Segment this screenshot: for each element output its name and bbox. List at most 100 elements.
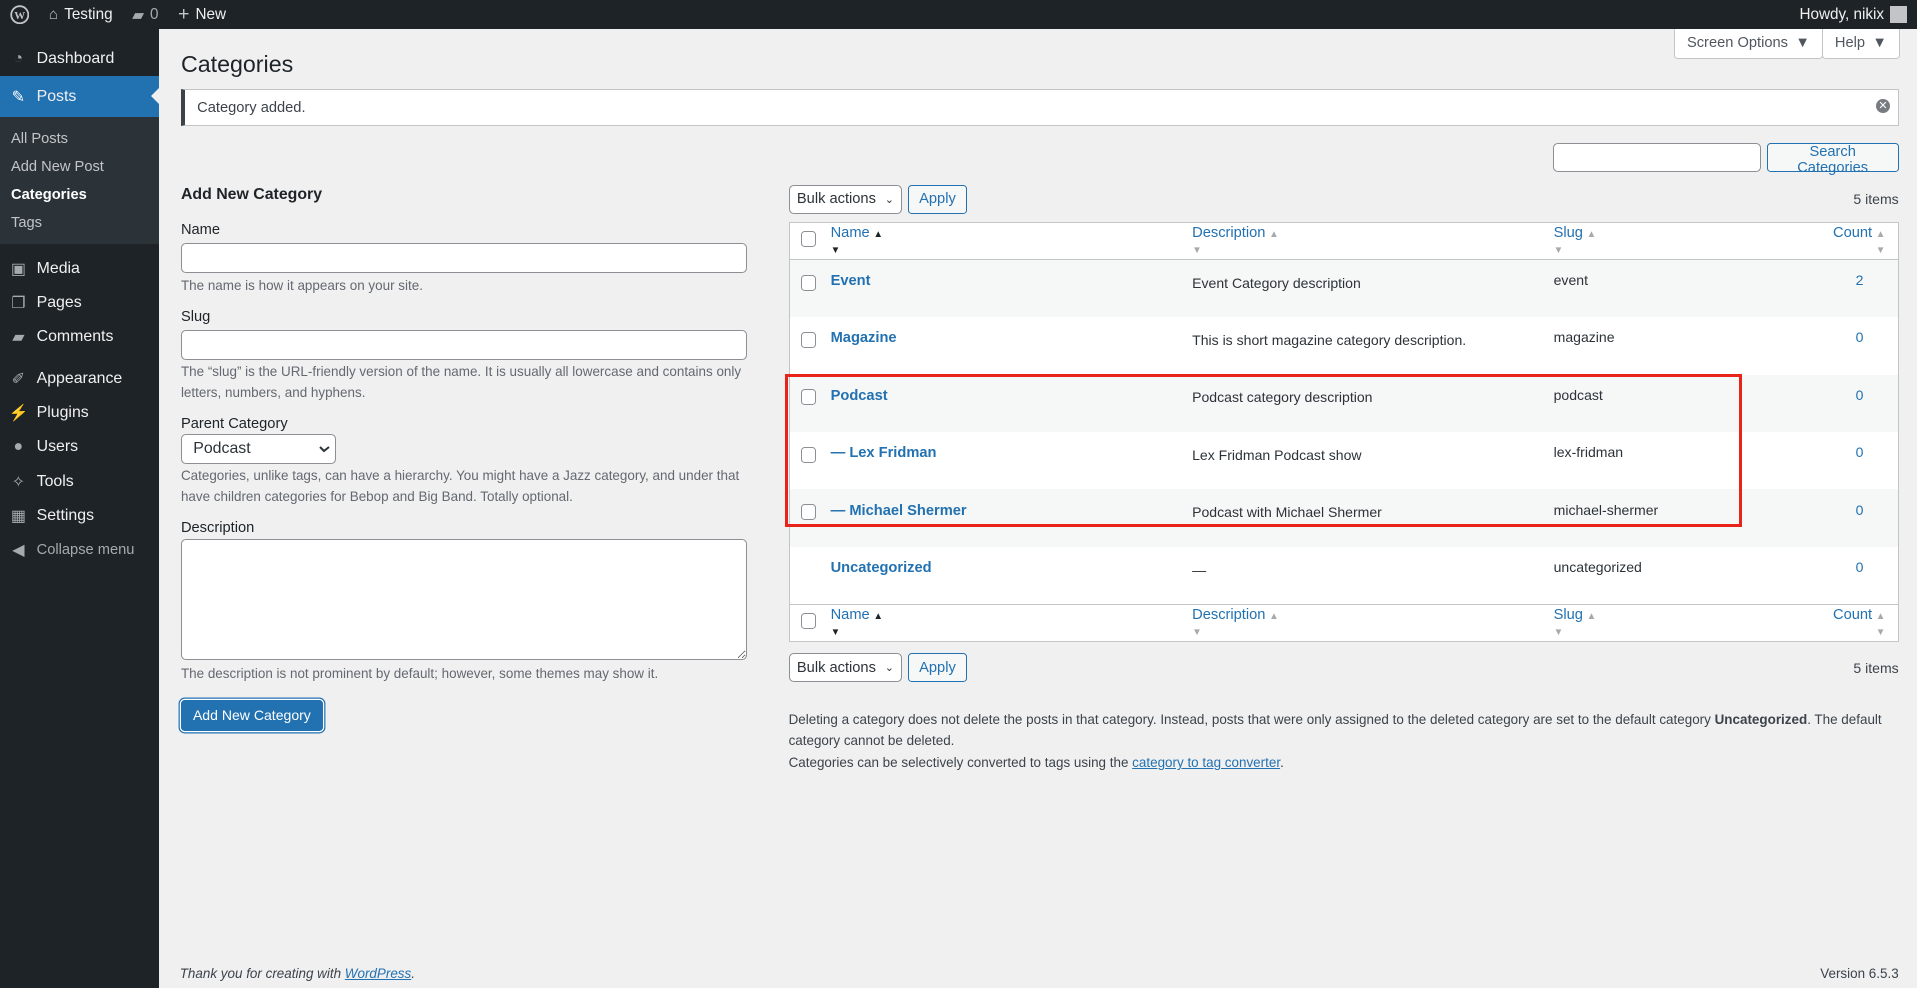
row-checkbox[interactable]	[800, 274, 817, 291]
collapse-icon: ◀	[12, 541, 25, 559]
column-name[interactable]: Name ▲ ▼	[830, 603, 1193, 642]
wordpress-logo-icon[interactable]: W	[0, 0, 39, 29]
parent-help: Categories, unlike tags, can have a hier…	[180, 467, 740, 504]
notice-success: Category added. ✕	[180, 89, 1899, 126]
row-checkbox[interactable]	[800, 331, 817, 348]
apply-button-bottom[interactable]: Apply	[908, 652, 967, 683]
footer-thanks: Thank you for creating with WordPress.	[179, 965, 415, 981]
category-description: —	[1192, 561, 1207, 578]
column-description[interactable]: Description ▲ ▼	[1192, 603, 1554, 642]
sidebar-item-media[interactable]: ▣ Media	[0, 252, 159, 286]
sidebar-item-collapse-menu[interactable]: ◀ Collapse menu	[0, 533, 159, 567]
column-description[interactable]: Description ▲ ▼	[1192, 222, 1554, 261]
sidebar-item-dashboard[interactable]: ◔ Dashboard	[0, 42, 159, 76]
column-count[interactable]: Count ▲ ▼	[1797, 603, 1899, 642]
column-slug[interactable]: Slug ▲ ▼	[1553, 222, 1798, 261]
converter-note: Categories can be selectively converted …	[788, 755, 1284, 771]
category-name-link[interactable]: Magazine	[831, 330, 897, 346]
account-menu[interactable]: Howdy, nikix	[1790, 0, 1917, 29]
help-button[interactable]: Help ▼	[1821, 29, 1901, 59]
column-slug[interactable]: Slug ▲ ▼	[1553, 603, 1798, 642]
description-label: Description	[180, 519, 255, 536]
sidebar-item-plugins[interactable]: ⚡ Plugins	[0, 396, 159, 430]
sidebar-item-comments[interactable]: ▰ Comments	[0, 320, 159, 354]
add-new-category-button[interactable]: Add New Category	[180, 699, 323, 732]
submenu-item-categories[interactable]: Categories	[0, 181, 159, 209]
table-row: Event Event Category description event 2	[789, 259, 1899, 318]
sidebar-item-users[interactable]: ● Users	[0, 430, 159, 464]
wordpress-link[interactable]: WordPress	[345, 966, 411, 981]
wrench-icon: ✧	[11, 473, 25, 491]
submenu-item-all-posts[interactable]: All Posts	[0, 125, 159, 153]
category-description: This is short magazine category descript…	[1192, 331, 1467, 348]
screen-options-button[interactable]: Screen Options ▼	[1673, 29, 1824, 59]
highlight-box	[784, 374, 1743, 527]
sidebar-item-posts[interactable]: ✎ Posts	[0, 75, 159, 118]
slug-help: The “slug” is the URL-friendly version o…	[180, 363, 742, 400]
category-to-tag-converter-link[interactable]: category to tag converter	[1132, 755, 1280, 770]
sidebar-item-tools[interactable]: ✧ Tools	[0, 464, 159, 498]
sidebar-item-settings[interactable]: ▦ Settings	[0, 499, 159, 533]
slug-label: Slug	[180, 309, 211, 326]
category-slug: event	[1553, 272, 1588, 289]
category-count-link[interactable]: 0	[1798, 375, 1898, 432]
category-count-link[interactable]: 0	[1798, 432, 1898, 489]
chevron-down-icon: ⌄	[884, 193, 894, 206]
new-content-link[interactable]: + New	[168, 0, 236, 29]
pages-icon: ❐	[11, 295, 26, 313]
submenu-item-add-new-post[interactable]: Add New Post	[0, 153, 159, 181]
top-tablenav: Bulk actions ⌄ Apply 5 items	[788, 184, 1899, 214]
caret-down-icon: ▼	[1872, 35, 1887, 52]
caret-down-icon: ▼	[1795, 35, 1810, 52]
site-name-link[interactable]: ⌂ Testing	[39, 0, 122, 29]
bulk-actions-value: Bulk actions	[796, 659, 876, 676]
category-count-link[interactable]: 0	[1798, 317, 1898, 374]
sort-icon: ▲ ▼	[1875, 610, 1886, 638]
select-all-checkbox[interactable]	[800, 231, 817, 248]
items-count: 5 items	[1853, 191, 1899, 208]
page-title: Categories	[180, 51, 294, 78]
sort-icon: ▲ ▼	[1875, 229, 1886, 257]
chevron-down-icon: ⌄	[884, 662, 894, 674]
description-textarea[interactable]	[180, 539, 747, 661]
submenu-item-tags[interactable]: Tags	[0, 209, 159, 237]
name-input[interactable]	[180, 243, 747, 273]
sidebar-item-pages[interactable]: ❐ Pages	[0, 286, 159, 320]
apply-button[interactable]: Apply	[908, 184, 967, 214]
version: Version 6.5.3	[1820, 965, 1899, 981]
user-icon: ●	[13, 438, 24, 456]
bulk-actions-value: Bulk actions	[796, 191, 876, 208]
sidebar-item-appearance[interactable]: ✐ Appearance	[0, 362, 159, 396]
parent-category-select[interactable]: Podcast	[180, 434, 337, 464]
plus-icon: +	[177, 3, 190, 26]
category-name-link[interactable]: Event	[831, 273, 871, 289]
plugin-icon: ⚡	[8, 405, 29, 423]
bottom-tablenav: Bulk actions ⌄ Apply 5 items	[788, 652, 1899, 683]
form-heading: Add New Category	[180, 185, 323, 203]
category-count-link[interactable]: 0	[1798, 547, 1898, 604]
category-count-link[interactable]: 0	[1798, 489, 1898, 546]
bulk-actions-select-bottom[interactable]: Bulk actions ⌄	[788, 652, 903, 683]
posts-submenu: All Posts Add New Post Categories Tags	[0, 117, 159, 245]
name-help: The name is how it appears on your site.	[180, 278, 423, 294]
category-name-link[interactable]: Uncategorized	[831, 560, 932, 576]
column-count[interactable]: Count ▲ ▼	[1797, 222, 1899, 261]
settings-icon: ▦	[10, 507, 26, 525]
comment-icon: ▰	[12, 329, 25, 347]
comments-link[interactable]: ▰ 0	[122, 0, 168, 29]
dismiss-icon[interactable]: ✕	[1875, 98, 1891, 114]
slug-input[interactable]	[180, 330, 747, 360]
category-description: Event Category description	[1192, 274, 1361, 291]
items-count-bottom: 5 items	[1853, 659, 1899, 676]
bulk-actions-select[interactable]: Bulk actions ⌄	[788, 184, 903, 214]
column-name[interactable]: Name ▲ ▼	[830, 222, 1193, 261]
brush-icon: ✐	[11, 370, 25, 388]
search-categories-button[interactable]: Search Categories	[1766, 143, 1899, 176]
search-input[interactable]	[1552, 143, 1761, 173]
svg-text:W: W	[14, 10, 25, 22]
select-all-checkbox[interactable]	[800, 612, 817, 629]
category-count-link[interactable]: 2	[1798, 260, 1898, 317]
media-icon: ▣	[10, 260, 26, 278]
category-slug: magazine	[1553, 329, 1615, 346]
dashboard-icon: ◔	[13, 49, 24, 67]
